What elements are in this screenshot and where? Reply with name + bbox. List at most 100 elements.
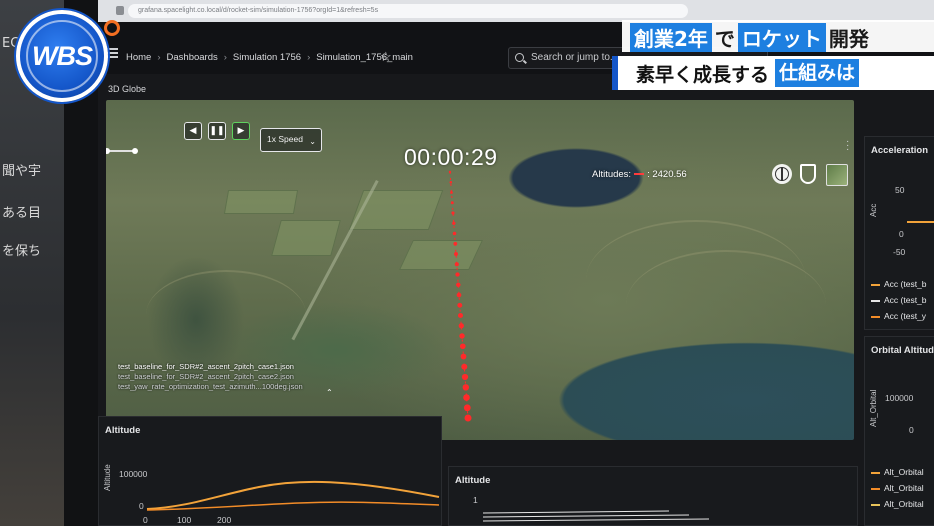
panel-title: Orbital Altitude <box>871 345 934 356</box>
legend-label: Acc (test_b <box>884 279 927 289</box>
globe-icon[interactable] <box>772 164 792 184</box>
wall-text: ある目 <box>2 206 42 221</box>
trajectory-point <box>456 292 462 298</box>
caption-highlight: 仕組みは <box>775 59 860 87</box>
breadcrumb-folder[interactable]: Simulation 1756 <box>233 52 301 63</box>
breadcrumb-dashboards[interactable]: Dashboards <box>167 52 218 63</box>
play-button[interactable]: ▶ <box>232 122 250 140</box>
chevron-up-icon[interactable]: ⌃ <box>326 388 333 397</box>
trajectory-point <box>463 394 470 401</box>
legend-swatch <box>871 283 880 286</box>
file-item[interactable]: test_baseline_for_SDR#2_ascent_2pitch_ca… <box>118 362 303 372</box>
altitude-readout: Altitudes: : 2420.56 <box>592 169 687 180</box>
caption-highlight: 創業2年 <box>630 22 712 52</box>
legend-label: Alt_Orbital <box>884 467 924 477</box>
trajectory-point <box>449 181 453 184</box>
trajectory-point <box>455 272 460 277</box>
axis-tick: 100000 <box>885 393 914 403</box>
trajectory-file-list: test_baseline_for_SDR#2_ascent_2pitch_ca… <box>118 362 303 392</box>
legend-swatch <box>871 487 880 490</box>
axis-label: Acc <box>869 203 878 217</box>
trajectory-point <box>461 363 468 370</box>
legend-swatch <box>871 503 880 506</box>
acc-series-line <box>907 221 934 223</box>
tv-scene: EC 聞や宇 ある目 を保ち WBS grafana.spacelight.co… <box>0 0 934 526</box>
legend-item[interactable]: Acc (test_b <box>871 279 927 289</box>
url-field[interactable]: grafana.spacelight.co.local/d/rocket-sim… <box>128 4 688 18</box>
trajectory-point <box>454 252 458 256</box>
search-icon <box>515 53 524 62</box>
axis-label: Alt_Orbital <box>869 389 878 427</box>
chevron-down-icon: ⌄ <box>309 137 316 146</box>
legend-label: Acc (test_y <box>884 311 927 321</box>
trajectory-point <box>454 262 459 267</box>
trajectory-point <box>459 333 465 339</box>
globe-map-panel[interactable]: ◀ ❚❚ ▶ 1x Speed ⌄ 00:00:29 Altitudes: : 2… <box>106 100 854 440</box>
trajectory-point <box>457 302 463 308</box>
caption-highlight: ロケット <box>737 22 826 52</box>
legend-swatch <box>871 471 880 474</box>
trajectory-legend-swatch <box>634 173 645 176</box>
panel-menu-icon[interactable]: · · · <box>846 137 849 155</box>
breadcrumb-separator-icon: › <box>157 52 161 63</box>
trajectory-point <box>450 201 454 205</box>
star-icon[interactable]: ☆ <box>380 49 392 65</box>
timeline-slider[interactable] <box>106 148 138 154</box>
search-placeholder: Search or jump to... <box>531 52 619 63</box>
trajectory-point <box>462 384 470 391</box>
breadcrumb-separator-icon: › <box>307 52 311 63</box>
trajectory-point <box>448 170 452 174</box>
trajectory-point <box>460 353 467 360</box>
trajectory-point <box>452 221 456 225</box>
base-layer-picker-icon[interactable] <box>826 164 848 186</box>
axis-tick: -50 <box>893 247 906 257</box>
speed-value: 1x Speed <box>267 134 303 144</box>
breadcrumb: Home › Dashboards › Simulation 1756 › Simulati… <box>126 52 413 63</box>
trajectory-point <box>461 373 469 381</box>
axis-tick: 0 <box>899 229 904 239</box>
pause-button[interactable]: ❚❚ <box>208 122 226 140</box>
trajectory-point <box>452 231 457 236</box>
caption-text: 開発 <box>828 26 869 51</box>
grafana-logo-icon[interactable] <box>104 20 120 36</box>
wall-text: を保ち <box>2 244 42 259</box>
legend-item[interactable]: Acc (test_y <box>871 311 926 321</box>
caption-text: 素早く成長する <box>636 63 770 86</box>
lock-icon <box>116 6 124 15</box>
caption-text: で <box>714 26 735 51</box>
breadcrumb-home[interactable]: Home <box>126 52 151 63</box>
trajectory-point <box>457 312 464 319</box>
breadcrumb-dashboard[interactable]: Simulation_1756_main <box>316 52 413 63</box>
file-item[interactable]: test_baseline_for_SDR#2_ascent_2pitch_ca… <box>118 372 303 382</box>
simulation-clock: 00:00:29 <box>404 144 498 170</box>
trajectory-point <box>450 191 453 194</box>
legend-item[interactable]: Acc (test_b <box>871 295 927 305</box>
altitude-label: Altitudes: <box>592 169 632 180</box>
logo-ring <box>26 20 98 92</box>
channel-logo: WBS <box>16 10 108 102</box>
trajectory-point <box>464 414 472 422</box>
series-line <box>482 510 670 514</box>
altitude-chart <box>482 510 710 522</box>
series-line <box>482 518 710 522</box>
altitude-panel-secondary: Altitude 1 <box>448 466 858 526</box>
legend-item[interactable]: Alt_Orbital <box>871 499 924 509</box>
caption-line-2: 素早く成長する 仕組みは <box>612 56 934 90</box>
step-back-button[interactable]: ◀ <box>184 122 202 140</box>
legend-label: Alt_Orbital <box>884 499 924 509</box>
legend-item[interactable]: Alt_Orbital <box>871 467 924 477</box>
breadcrumb-separator-icon: › <box>223 52 227 63</box>
altitude-value: : 2420.56 <box>647 169 687 180</box>
trajectory-point <box>453 241 458 246</box>
legend-swatch <box>871 315 880 318</box>
trajectory-point <box>456 282 461 288</box>
speed-select[interactable]: 1x Speed ⌄ <box>260 128 322 152</box>
legend-item[interactable]: Alt_Orbital <box>871 483 924 493</box>
trajectory-point <box>463 404 471 412</box>
file-item[interactable]: test_yaw_rate_optimization_test_azimuth.… <box>118 382 303 392</box>
shield-icon[interactable] <box>800 164 816 184</box>
tv-caption: 創業2年 で ロケット 開発 素早く成長する 仕組みは <box>612 20 934 92</box>
legend-swatch <box>871 299 880 302</box>
altitude-panel: Altitude Altitude 100000 0 0 100 200 <box>98 416 442 526</box>
axis-tick: 50 <box>895 185 905 195</box>
